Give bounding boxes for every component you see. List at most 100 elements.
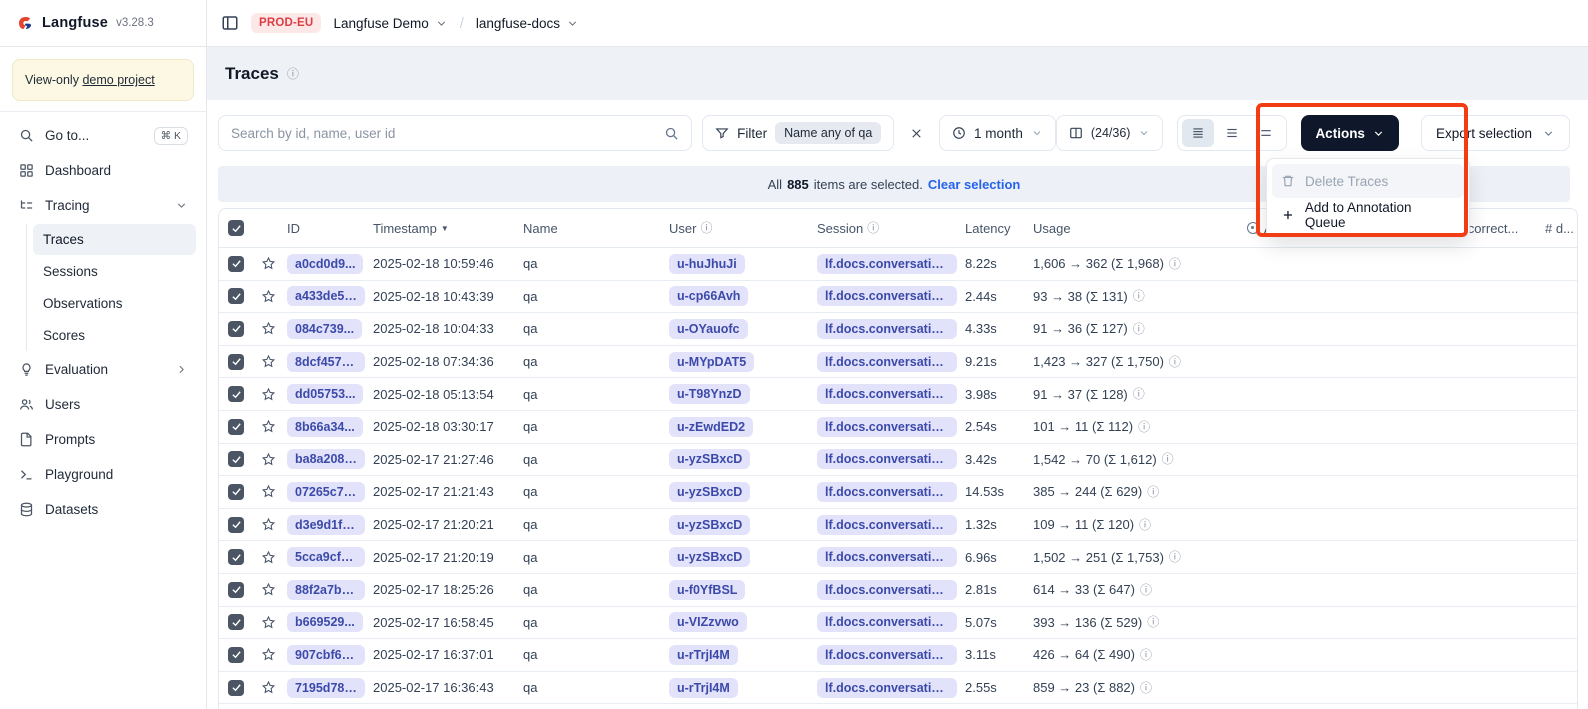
row-height-large-button[interactable] [1250, 119, 1282, 147]
user-chip[interactable]: u-T98YnzD [669, 384, 750, 404]
filter-button[interactable]: Filter Name any of qa [702, 115, 894, 151]
info-icon[interactable]: ⓘ [1133, 323, 1145, 335]
row-checkbox[interactable] [228, 256, 244, 272]
row-height-medium-button[interactable] [1216, 119, 1248, 147]
menu-item-delete-traces[interactable]: Delete Traces [1272, 164, 1464, 198]
user-chip[interactable]: u-f0YfBSL [669, 580, 745, 600]
row-checkbox[interactable] [228, 614, 244, 630]
star-icon[interactable] [261, 680, 276, 695]
info-icon[interactable]: ⓘ [1147, 616, 1159, 628]
sidebar-toggle-icon[interactable] [221, 14, 239, 32]
sidebar-item-datasets[interactable]: Datasets [10, 492, 196, 527]
star-icon[interactable] [261, 517, 276, 532]
trace-id-chip[interactable]: 084c739... [287, 319, 362, 339]
star-icon[interactable] [261, 321, 276, 336]
row-checkbox[interactable] [228, 451, 244, 467]
row-checkbox[interactable] [228, 419, 244, 435]
select-all-checkbox[interactable] [228, 220, 244, 236]
trace-id-chip[interactable]: 5cca9cf2... [287, 547, 365, 567]
sidebar-item-goto[interactable]: Go to... ⌘ K [10, 118, 196, 153]
sidebar-item-tracing[interactable]: Tracing [10, 188, 196, 223]
star-icon[interactable] [261, 289, 276, 304]
user-chip[interactable]: u-yzSBxcD [669, 482, 750, 502]
star-icon[interactable] [261, 615, 276, 630]
row-height-small-button[interactable] [1182, 119, 1214, 147]
session-chip[interactable]: lf.docs.conversation... [817, 286, 957, 306]
header-user[interactable]: Userⓘ [665, 221, 813, 236]
session-chip[interactable]: lf.docs.conversation... [817, 417, 957, 437]
trace-id-chip[interactable]: 8b66a34... [287, 417, 363, 437]
trace-id-chip[interactable]: 07265c7a... [287, 482, 365, 502]
sidebar-item-users[interactable]: Users [10, 387, 196, 422]
sidebar-item-prompts[interactable]: Prompts [10, 422, 196, 457]
user-chip[interactable]: u-rTrjI4M [669, 645, 738, 665]
trace-id-chip[interactable]: dd05753... [287, 384, 363, 404]
header-session[interactable]: Sessionⓘ [813, 221, 961, 236]
columns-button[interactable]: (24/36) [1056, 115, 1164, 151]
info-icon[interactable]: ⓘ [1140, 682, 1152, 694]
star-icon[interactable] [261, 582, 276, 597]
user-chip[interactable]: u-cp66Avh [669, 286, 748, 306]
session-chip[interactable]: lf.docs.conversation... [817, 449, 957, 469]
row-checkbox[interactable] [228, 321, 244, 337]
user-chip[interactable]: u-yzSBxcD [669, 547, 750, 567]
clear-selection-link[interactable]: Clear selection [928, 177, 1021, 192]
session-chip[interactable]: lf.docs.conversation... [817, 645, 957, 665]
star-icon[interactable] [261, 354, 276, 369]
info-icon[interactable]: ⓘ [1133, 388, 1145, 400]
user-chip[interactable]: u-MYpDAT5 [669, 352, 754, 372]
row-checkbox[interactable] [228, 288, 244, 304]
trace-id-chip[interactable]: 88f2a7b0... [287, 580, 365, 600]
header-timestamp[interactable]: Timestamp▼ [369, 221, 519, 236]
star-icon[interactable] [261, 484, 276, 499]
session-chip[interactable]: lf.docs.conversation... [817, 254, 957, 274]
row-checkbox[interactable] [228, 680, 244, 696]
session-chip[interactable]: lf.docs.conversation... [817, 547, 957, 567]
trace-id-chip[interactable]: a433de51... [287, 286, 365, 306]
user-chip[interactable]: u-VIZzvwo [669, 612, 747, 632]
row-checkbox[interactable] [228, 484, 244, 500]
sidebar-item-evaluation[interactable]: Evaluation [10, 352, 196, 387]
trace-id-chip[interactable]: a0cd0d9... [287, 254, 363, 274]
session-chip[interactable]: lf.docs.conversation... [817, 612, 957, 632]
sidebar-item-observations[interactable]: Observations [33, 288, 196, 319]
row-checkbox[interactable] [228, 354, 244, 370]
user-chip[interactable]: u-yzSBxcD [669, 449, 750, 469]
row-checkbox[interactable] [228, 517, 244, 533]
demo-project-link[interactable]: demo project [82, 73, 154, 87]
session-chip[interactable]: lf.docs.conversation... [817, 384, 957, 404]
trace-id-chip[interactable]: d3e9d1f2... [287, 515, 365, 535]
user-chip[interactable]: u-yzSBxcD [669, 515, 750, 535]
trace-id-chip[interactable]: 907cbf6e... [287, 645, 365, 665]
trace-id-chip[interactable]: 8dcf4574... [287, 352, 365, 372]
header-extra[interactable]: # d... [1541, 221, 1577, 236]
user-chip[interactable]: u-huJhuJi [669, 254, 745, 274]
star-icon[interactable] [261, 452, 276, 467]
session-chip[interactable]: lf.docs.conversation... [817, 515, 957, 535]
header-latency[interactable]: Latency [961, 221, 1029, 236]
info-icon[interactable]: ⓘ [1169, 258, 1181, 270]
session-chip[interactable]: lf.docs.conversation... [817, 678, 957, 698]
row-checkbox[interactable] [228, 549, 244, 565]
sidebar-item-scores[interactable]: Scores [33, 320, 196, 351]
star-icon[interactable] [261, 647, 276, 662]
header-id[interactable]: ID [283, 221, 369, 236]
star-icon[interactable] [261, 419, 276, 434]
filter-chip[interactable]: Name any of qa [775, 122, 881, 144]
info-icon[interactable]: ⓘ [1162, 453, 1174, 465]
header-name[interactable]: Name [519, 221, 665, 236]
info-icon[interactable]: ⓘ [1140, 584, 1152, 596]
menu-item-add-to-annotation-queue[interactable]: Add to Annotation Queue [1272, 198, 1464, 232]
session-chip[interactable]: lf.docs.conversation... [817, 352, 957, 372]
session-chip[interactable]: lf.docs.conversation... [817, 580, 957, 600]
info-icon[interactable]: ⓘ [1133, 290, 1145, 302]
clear-filter-icon[interactable] [902, 118, 931, 148]
session-chip[interactable]: lf.docs.conversation... [817, 319, 957, 339]
project-selector[interactable]: langfuse-docs [476, 16, 579, 31]
time-range-button[interactable]: 1 month [939, 115, 1056, 151]
row-checkbox[interactable] [228, 386, 244, 402]
info-icon[interactable]: ⓘ [1140, 649, 1152, 661]
sidebar-item-sessions[interactable]: Sessions [33, 256, 196, 287]
user-chip[interactable]: u-zEwdED2 [669, 417, 753, 437]
info-icon[interactable]: ⓘ [1147, 486, 1159, 498]
